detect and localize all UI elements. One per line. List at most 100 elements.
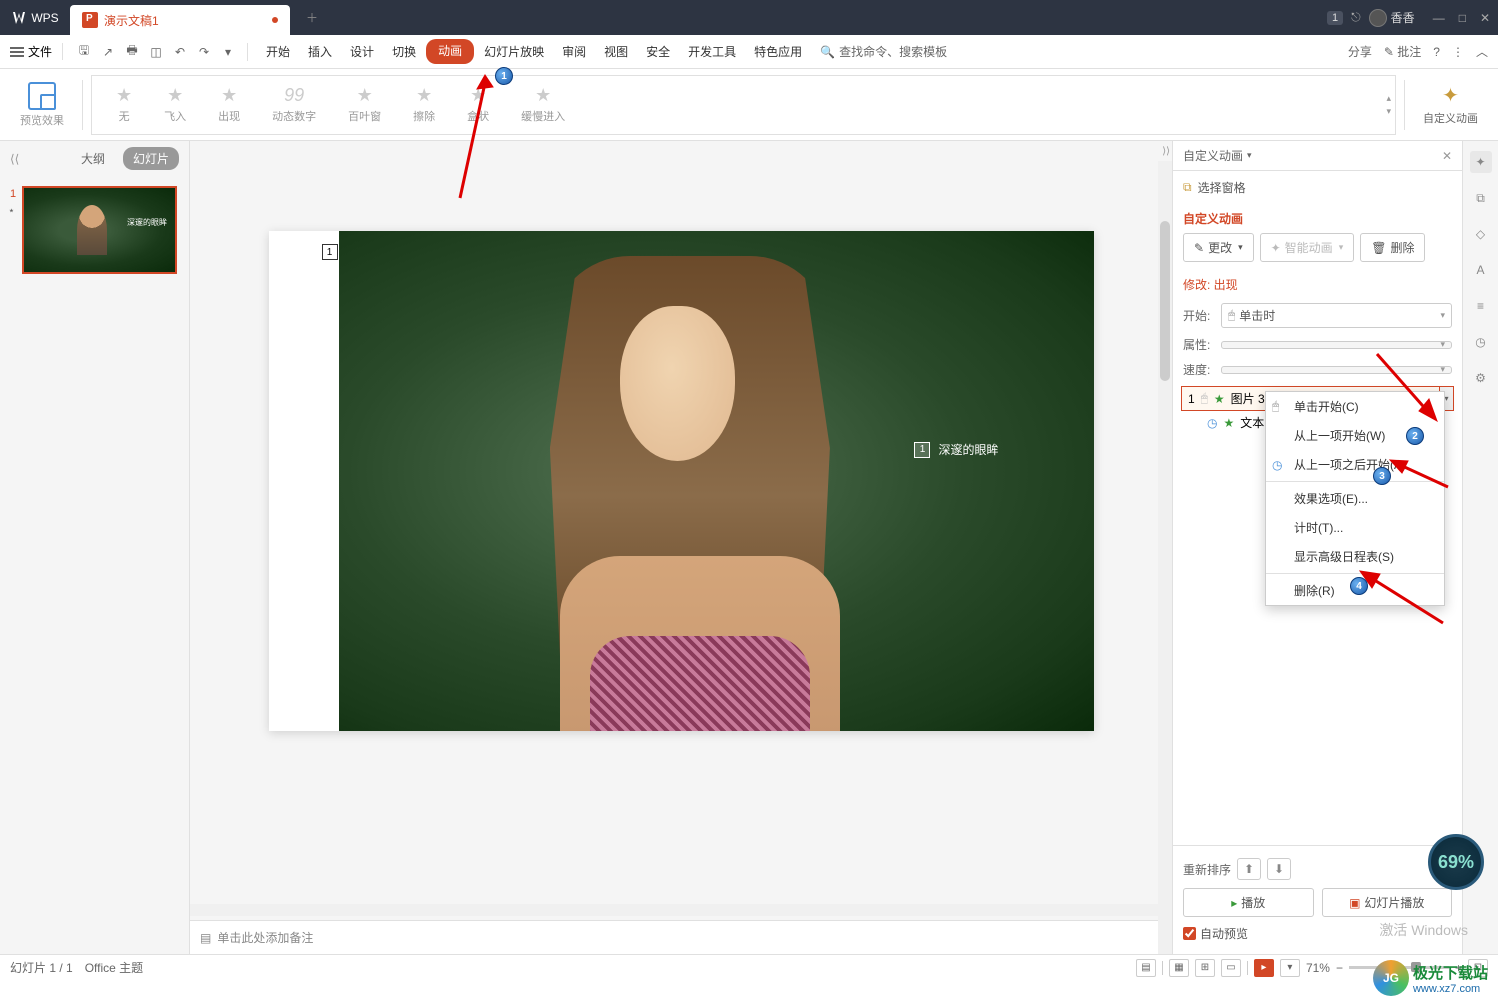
- align-sidebar-icon[interactable]: ≡: [1470, 295, 1492, 317]
- animation-gallery[interactable]: ★无★飞入★出现99动态数字★百叶窗★擦除★盒状★缓慢进入 ▴ ▾: [91, 75, 1396, 135]
- menu-3[interactable]: 切换: [384, 39, 424, 64]
- menu-10[interactable]: 特色应用: [746, 39, 810, 64]
- smart-animation-button[interactable]: ✦智能动画▾: [1260, 233, 1355, 262]
- help-icon[interactable]: ?: [1433, 45, 1440, 59]
- new-tab-button[interactable]: ＋: [298, 4, 326, 32]
- shape-sidebar-icon[interactable]: ◇: [1470, 223, 1492, 245]
- notes-view-icon[interactable]: ▤: [1136, 959, 1156, 977]
- maximize-button[interactable]: □: [1459, 11, 1466, 25]
- print-icon[interactable]: 🖶: [123, 43, 141, 61]
- cm-effect-options[interactable]: 效果选项(E)...: [1266, 484, 1444, 513]
- titlebar: WPS 演示文稿1 ＋ 1 ⎋ 香香 — □ ✕: [0, 0, 1498, 35]
- change-button[interactable]: ✎更改▾: [1183, 233, 1254, 262]
- anim-preset-1[interactable]: ★飞入: [150, 83, 200, 126]
- anim-preset-2[interactable]: ★出现: [204, 83, 254, 126]
- history-sidebar-icon[interactable]: ◷: [1470, 331, 1492, 353]
- slides-tab[interactable]: 幻灯片: [123, 147, 179, 170]
- outline-tab[interactable]: 大纲: [71, 147, 115, 170]
- undo-icon[interactable]: ↶: [171, 43, 189, 61]
- anim-preset-4[interactable]: ★百叶窗: [334, 83, 395, 126]
- gallery-down-icon[interactable]: ▾: [1386, 106, 1391, 117]
- reading-view-icon[interactable]: ▭: [1221, 959, 1241, 977]
- print-preview-icon[interactable]: ◫: [147, 43, 165, 61]
- delete-button[interactable]: 🗑删除: [1360, 233, 1425, 262]
- menu-6[interactable]: 审阅: [554, 39, 594, 64]
- anim-preset-5[interactable]: ★擦除: [399, 83, 449, 126]
- minimize-button[interactable]: —: [1433, 11, 1445, 25]
- select-pane-button[interactable]: ⧉ 选择窗格: [1173, 171, 1462, 204]
- digits-icon: 99: [284, 85, 304, 106]
- section-title: 自定义动画: [1173, 204, 1462, 233]
- anim-preset-7[interactable]: ★缓慢进入: [507, 83, 579, 126]
- notification-badge[interactable]: 1: [1327, 11, 1343, 25]
- zoom-out-button[interactable]: −: [1336, 961, 1343, 975]
- anim-preset-6[interactable]: ★盒状: [453, 83, 503, 126]
- clock-icon: ◷: [1272, 458, 1286, 472]
- qat-dropdown-icon[interactable]: ▾: [219, 43, 237, 61]
- collapse-right-icon[interactable]: ⟩⟩: [1162, 146, 1170, 157]
- move-down-button[interactable]: ⬇: [1267, 858, 1291, 880]
- save-icon[interactable]: 🖫: [75, 43, 93, 61]
- text-sidebar-icon[interactable]: A: [1470, 259, 1492, 281]
- collapse-panel-icon[interactable]: ⟨⟨: [10, 152, 19, 166]
- mouse-icon: 🖱: [1228, 308, 1235, 323]
- move-up-button[interactable]: ⬆: [1237, 858, 1261, 880]
- gallery-up-icon[interactable]: ▴: [1386, 93, 1391, 104]
- presentation-icon: [82, 12, 98, 28]
- export-icon[interactable]: ↗: [99, 43, 117, 61]
- settings-sidebar-icon[interactable]: ⚙: [1470, 367, 1492, 389]
- custom-animation-button[interactable]: ✦ 自定义动画: [1413, 79, 1488, 130]
- scrollbar-horizontal[interactable]: [190, 904, 1158, 916]
- zoom-level[interactable]: 71%: [1306, 961, 1330, 975]
- slide-thumbnail-1[interactable]: 1 ⋆ 深邃的眼眸: [22, 186, 177, 274]
- slideshow-button[interactable]: ▣幻灯片播放: [1322, 888, 1453, 917]
- menu-4[interactable]: 动画: [426, 39, 474, 64]
- preview-effect-button[interactable]: 预览效果: [10, 78, 74, 132]
- play-button[interactable]: ▸播放: [1183, 888, 1314, 917]
- menu-8[interactable]: 安全: [638, 39, 678, 64]
- menu-1[interactable]: 插入: [300, 39, 340, 64]
- ribbon-options-icon[interactable]: ⋮: [1452, 45, 1464, 59]
- user-avatar[interactable]: 香香: [1369, 9, 1415, 27]
- normal-view-icon[interactable]: ▦: [1169, 959, 1189, 977]
- collapse-ribbon-icon[interactable]: ︿: [1476, 43, 1488, 60]
- cm-advanced-timeline[interactable]: 显示高级日程表(S): [1266, 542, 1444, 571]
- document-tab[interactable]: 演示文稿1: [70, 5, 290, 35]
- scrollbar-vertical[interactable]: [1158, 161, 1172, 954]
- slide-canvas[interactable]: 1 1 深邃的眼眸: [269, 231, 1094, 731]
- slide-text[interactable]: 1 深邃的眼眸: [914, 441, 998, 458]
- notes-pane[interactable]: ▤ 单击此处添加备注: [190, 920, 1158, 954]
- layers-sidebar-icon[interactable]: ⧉: [1470, 187, 1492, 209]
- cm-click-start[interactable]: 🖱单击开始(C): [1266, 392, 1444, 421]
- annotation-badge-3: 3: [1373, 467, 1391, 485]
- menu-5[interactable]: 幻灯片放映: [476, 39, 552, 64]
- close-pane-icon[interactable]: ✕: [1442, 149, 1452, 163]
- cm-after-previous[interactable]: ◷从上一项之后开始(A): [1266, 450, 1444, 479]
- play-icon: ▸: [1231, 896, 1237, 910]
- menu-0[interactable]: 开始: [258, 39, 298, 64]
- start-select[interactable]: 🖱单击时: [1221, 303, 1452, 328]
- play-slideshow-button[interactable]: ▸: [1254, 959, 1274, 977]
- sorter-view-icon[interactable]: ⊞: [1195, 959, 1215, 977]
- hamburger-icon: [10, 47, 24, 57]
- anim-preset-3[interactable]: 99动态数字: [258, 83, 330, 126]
- anim-preset-0[interactable]: ★无: [102, 83, 146, 126]
- menu-2[interactable]: 设计: [342, 39, 382, 64]
- slideshow-dropdown-icon[interactable]: ▾: [1280, 959, 1300, 977]
- animation-sidebar-icon[interactable]: ✦: [1470, 151, 1492, 173]
- comment-button[interactable]: ✎ 批注: [1384, 43, 1421, 60]
- menu-9[interactable]: 开发工具: [680, 39, 744, 64]
- menu-7[interactable]: 视图: [596, 39, 636, 64]
- command-search[interactable]: 🔍 查找命令、搜索模板: [820, 43, 947, 60]
- avatar-icon: [1369, 9, 1387, 27]
- close-button[interactable]: ✕: [1480, 11, 1490, 25]
- slide-image[interactable]: 1 深邃的眼眸: [339, 231, 1094, 731]
- animation-order-box-1[interactable]: 1: [322, 244, 338, 260]
- share-button[interactable]: 分享: [1348, 43, 1372, 60]
- cm-timing[interactable]: 计时(T)...: [1266, 513, 1444, 542]
- slide-counter: 幻灯片 1 / 1: [10, 959, 73, 976]
- file-menu[interactable]: 文件: [10, 43, 63, 60]
- star-icon: ★: [116, 85, 132, 106]
- gift-icon[interactable]: ⎋: [1351, 10, 1361, 25]
- redo-icon[interactable]: ↷: [195, 43, 213, 61]
